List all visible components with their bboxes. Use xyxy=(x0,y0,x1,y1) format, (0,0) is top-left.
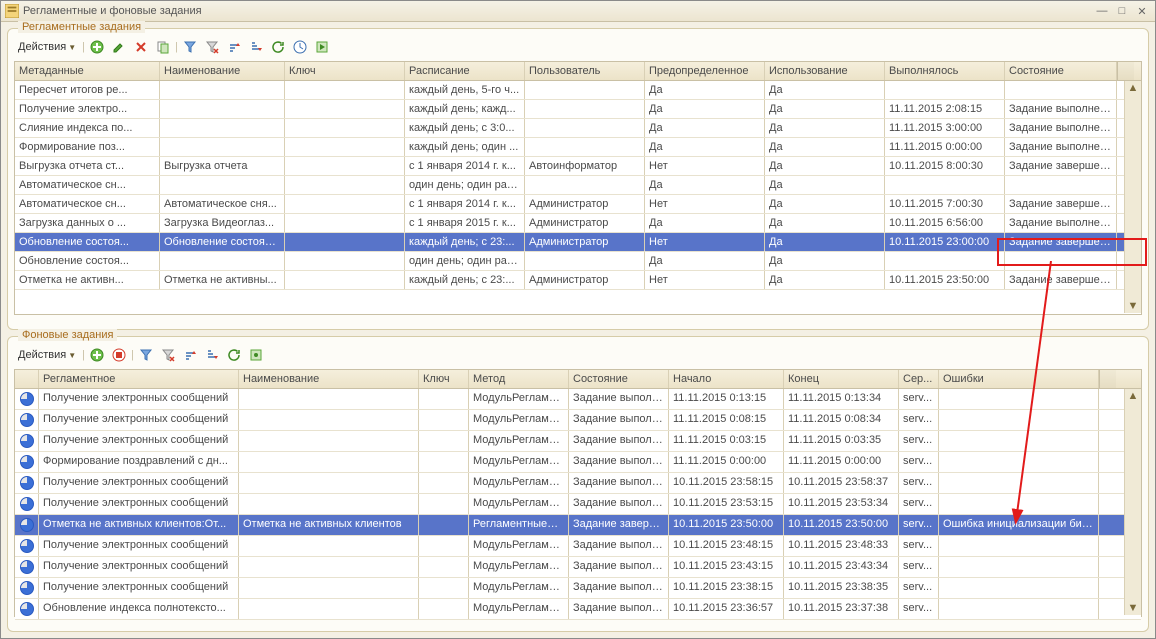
column-header[interactable] xyxy=(15,370,39,388)
column-header[interactable]: Метаданные xyxy=(15,62,160,80)
sort-desc-icon[interactable] xyxy=(246,37,266,57)
actions-menu[interactable]: Действия▼ xyxy=(14,39,80,55)
minimize-button[interactable]: — xyxy=(1093,4,1111,18)
delete-icon[interactable] xyxy=(131,37,151,57)
column-header[interactable]: Сер... xyxy=(899,370,939,388)
scroll-up-icon[interactable]: ▲ xyxy=(1125,389,1141,403)
status-pie-icon xyxy=(15,431,39,451)
app-icon xyxy=(5,4,19,18)
table-row[interactable]: Формирование поз...каждый день; один ...… xyxy=(15,138,1141,157)
scroll-down-icon[interactable]: ▼ xyxy=(1125,299,1141,313)
table-row[interactable]: Получение электронных сообщенийМодульРег… xyxy=(15,494,1141,515)
column-header[interactable]: Ключ xyxy=(419,370,469,388)
column-header[interactable]: Начало xyxy=(669,370,784,388)
copy-icon[interactable] xyxy=(153,37,173,57)
column-header[interactable]: Метод xyxy=(469,370,569,388)
table-row[interactable]: Получение электро...каждый день; кажд...… xyxy=(15,100,1141,119)
status-pie-icon xyxy=(15,599,39,619)
status-pie-icon xyxy=(15,452,39,472)
grid-scheduled[interactable]: МетаданныеНаименованиеКлючРасписаниеПоль… xyxy=(14,61,1142,315)
table-row[interactable]: Отметка не активных клиентов:От...Отметк… xyxy=(15,515,1141,536)
table-row[interactable]: Получение электронных сообщенийМодульРег… xyxy=(15,431,1141,452)
column-header[interactable]: Конец xyxy=(784,370,899,388)
filter-clear-icon[interactable] xyxy=(202,37,222,57)
vertical-scrollbar[interactable]: ▲▼ xyxy=(1124,81,1141,313)
table-row[interactable]: Загрузка данных о ...Загрузка Видеоглаз.… xyxy=(15,214,1141,233)
filter-icon[interactable] xyxy=(180,37,200,57)
titlebar: Регламентные и фоновые задания — □ ✕ xyxy=(1,1,1155,22)
status-pie-icon xyxy=(15,515,39,535)
refresh-icon[interactable] xyxy=(268,37,288,57)
column-header[interactable]: Наименование xyxy=(160,62,285,80)
table-row[interactable]: Формирование поздравлений с дн...МодульР… xyxy=(15,452,1141,473)
close-button[interactable]: ✕ xyxy=(1133,4,1151,18)
status-pie-icon xyxy=(15,494,39,514)
sort-asc-icon[interactable] xyxy=(224,37,244,57)
run-icon[interactable] xyxy=(312,37,332,57)
table-row[interactable]: Автоматическое сн...Автоматическое сня..… xyxy=(15,195,1141,214)
column-header[interactable]: Ошибки xyxy=(939,370,1099,388)
column-header[interactable]: Состояние xyxy=(1005,62,1117,80)
table-row[interactable]: Получение электронных сообщенийМодульРег… xyxy=(15,473,1141,494)
refresh-icon[interactable] xyxy=(224,345,244,365)
stop-icon[interactable] xyxy=(109,345,129,365)
panel-scheduled-title: Регламентные задания xyxy=(18,21,145,33)
table-row[interactable]: Слияние индекса по...каждый день; с 3:0.… xyxy=(15,119,1141,138)
add-icon[interactable] xyxy=(87,345,107,365)
column-header[interactable]: Наименование xyxy=(239,370,419,388)
table-row[interactable]: Получение электронных сообщенийМодульРег… xyxy=(15,578,1141,599)
status-pie-icon xyxy=(15,473,39,493)
edit-icon[interactable] xyxy=(109,37,129,57)
status-pie-icon xyxy=(15,536,39,556)
maximize-button[interactable]: □ xyxy=(1113,4,1131,18)
window-title: Регламентные и фоновые задания xyxy=(23,5,1091,17)
table-row[interactable]: Обновление состоя...Обновление состоян..… xyxy=(15,233,1141,252)
table-row[interactable]: Обновление индекса полнотексто...МодульР… xyxy=(15,599,1141,620)
status-pie-icon xyxy=(15,578,39,598)
table-row[interactable]: Получение электронных сообщенийМодульРег… xyxy=(15,389,1141,410)
filter-clear-icon[interactable] xyxy=(158,345,178,365)
sort-desc-icon[interactable] xyxy=(202,345,222,365)
scroll-down-icon[interactable]: ▼ xyxy=(1125,601,1141,615)
sort-asc-icon[interactable] xyxy=(180,345,200,365)
actions-menu-2[interactable]: Действия▼ xyxy=(14,347,80,363)
table-row[interactable]: Пересчет итогов ре...каждый день, 5-го ч… xyxy=(15,81,1141,100)
status-pie-icon xyxy=(15,557,39,577)
column-header[interactable]: Пользователь xyxy=(525,62,645,80)
table-row[interactable]: Получение электронных сообщенийМодульРег… xyxy=(15,410,1141,431)
column-header[interactable]: Ключ xyxy=(285,62,405,80)
toolbar-scheduled: Действия▼ | | xyxy=(14,37,1142,57)
add-icon[interactable] xyxy=(87,37,107,57)
toolbar-background: Действия▼ | | xyxy=(14,345,1142,365)
filter-icon[interactable] xyxy=(136,345,156,365)
column-header[interactable]: Расписание xyxy=(405,62,525,80)
column-header[interactable]: Регламентное xyxy=(39,370,239,388)
table-row[interactable]: Выгрузка отчета ст...Выгрузка отчетас 1 … xyxy=(15,157,1141,176)
column-header[interactable]: Предопределенное xyxy=(645,62,765,80)
column-header[interactable]: Выполнялось xyxy=(885,62,1005,80)
vertical-scrollbar[interactable]: ▲▼ xyxy=(1124,389,1141,615)
table-row[interactable]: Получение электронных сообщенийМодульРег… xyxy=(15,557,1141,578)
table-row[interactable]: Автоматическое сн...один день; один раз.… xyxy=(15,176,1141,195)
schedule-icon[interactable] xyxy=(290,37,310,57)
table-row[interactable]: Получение электронных сообщенийМодульРег… xyxy=(15,536,1141,557)
properties-icon[interactable] xyxy=(246,345,266,365)
grid-background[interactable]: РегламентноеНаименованиеКлючМетодСостоян… xyxy=(14,369,1142,617)
scroll-up-icon[interactable]: ▲ xyxy=(1125,81,1141,95)
panel-background-title: Фоновые задания xyxy=(18,329,117,341)
table-row[interactable]: Обновление состоя...один день; один раз.… xyxy=(15,252,1141,271)
status-pie-icon xyxy=(15,389,39,409)
table-row[interactable]: Отметка не активн...Отметка не активны..… xyxy=(15,271,1141,290)
column-header[interactable]: Использование xyxy=(765,62,885,80)
status-pie-icon xyxy=(15,410,39,430)
column-header[interactable]: Состояние xyxy=(569,370,669,388)
